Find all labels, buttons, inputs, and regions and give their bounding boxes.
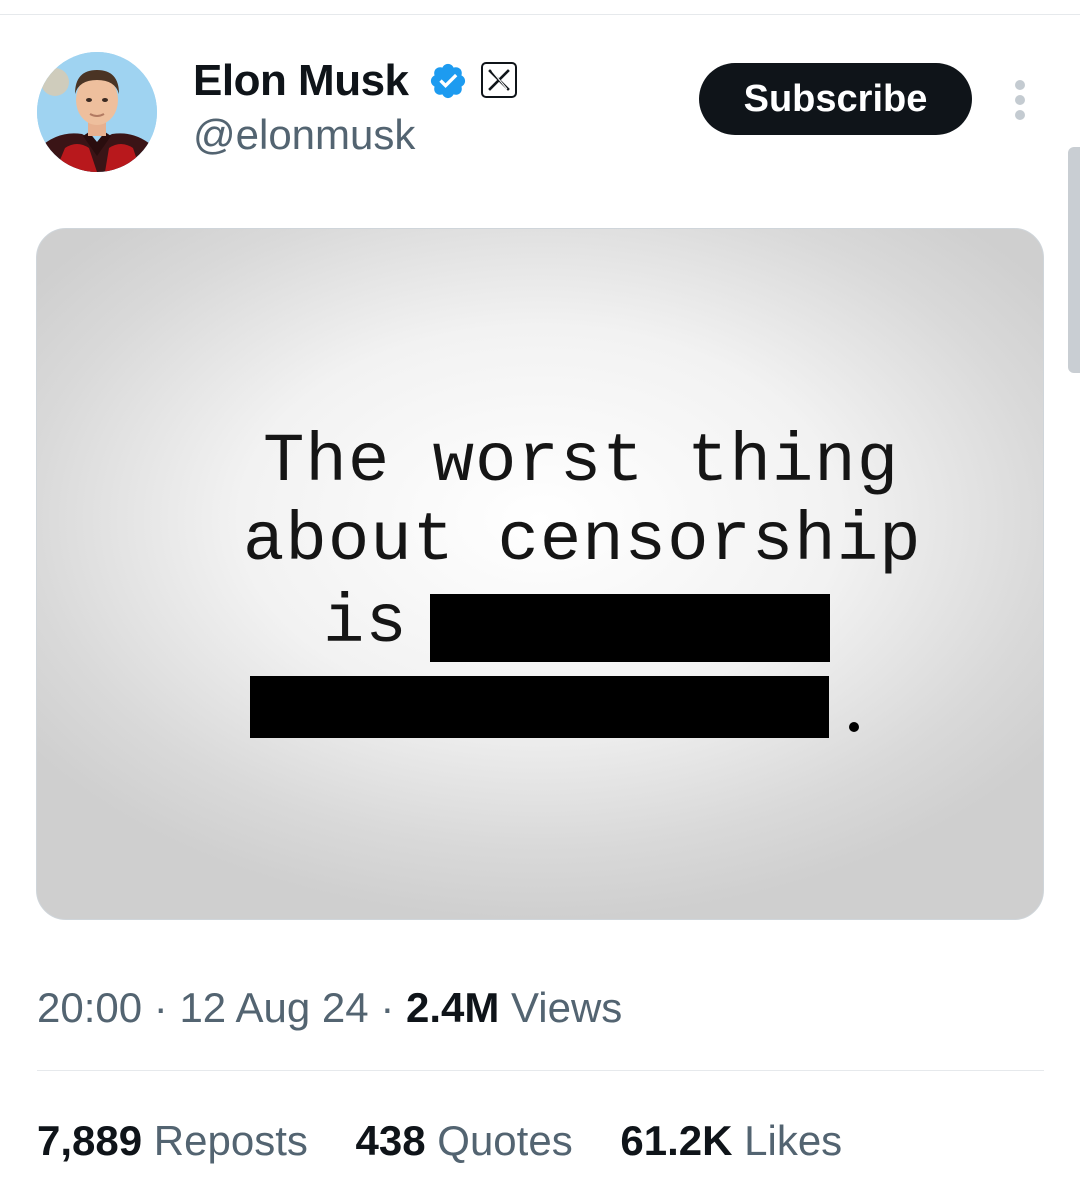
- top-divider: [0, 14, 1080, 15]
- tweet-meta: 20:00 · 12 Aug 24 · 2.4M Views: [37, 983, 622, 1033]
- image-text-line: about censorship: [243, 502, 922, 580]
- scrollbar[interactable]: [1068, 147, 1080, 373]
- stats-divider: [37, 1070, 1044, 1071]
- views-count[interactable]: 2.4M: [406, 984, 499, 1031]
- user-handle[interactable]: @elonmusk: [193, 110, 415, 160]
- quotes-count: 438: [355, 1117, 426, 1164]
- verified-badge-icon: [430, 63, 466, 99]
- views-label: Views: [511, 984, 623, 1031]
- display-name[interactable]: Elon Musk: [193, 56, 409, 106]
- likes-count: 61.2K: [620, 1117, 733, 1164]
- engagement-stats: 7,889 Reposts 438 Quotes 61.2K Likes: [37, 1116, 878, 1166]
- likes-stat[interactable]: 61.2K Likes: [620, 1116, 842, 1166]
- redaction-bar: [250, 676, 829, 738]
- post-date[interactable]: 12 Aug 24: [179, 984, 368, 1031]
- image-text-line: is: [323, 584, 408, 662]
- avatar[interactable]: [37, 52, 157, 172]
- reposts-stat[interactable]: 7,889 Reposts: [37, 1116, 308, 1166]
- quotes-stat[interactable]: 438 Quotes: [356, 1116, 573, 1166]
- reposts-count: 7,889: [37, 1117, 143, 1164]
- subscribe-button[interactable]: Subscribe: [699, 63, 972, 135]
- redaction-bar: [430, 594, 830, 662]
- meta-separator: ·: [380, 984, 395, 1031]
- post-time[interactable]: 20:00: [37, 984, 142, 1031]
- more-vertical-icon[interactable]: [1010, 78, 1030, 122]
- avatar-image: [37, 52, 157, 172]
- x-logo-icon: [481, 62, 517, 98]
- tweet-image[interactable]: The worst thing about censorship is: [36, 228, 1044, 920]
- meta-separator: ·: [153, 984, 168, 1031]
- reposts-label: Reposts: [153, 1117, 308, 1164]
- likes-label: Likes: [744, 1117, 843, 1164]
- quotes-label: Quotes: [437, 1117, 573, 1164]
- image-text-line: The worst thing: [263, 423, 900, 501]
- period-mark: [849, 722, 859, 732]
